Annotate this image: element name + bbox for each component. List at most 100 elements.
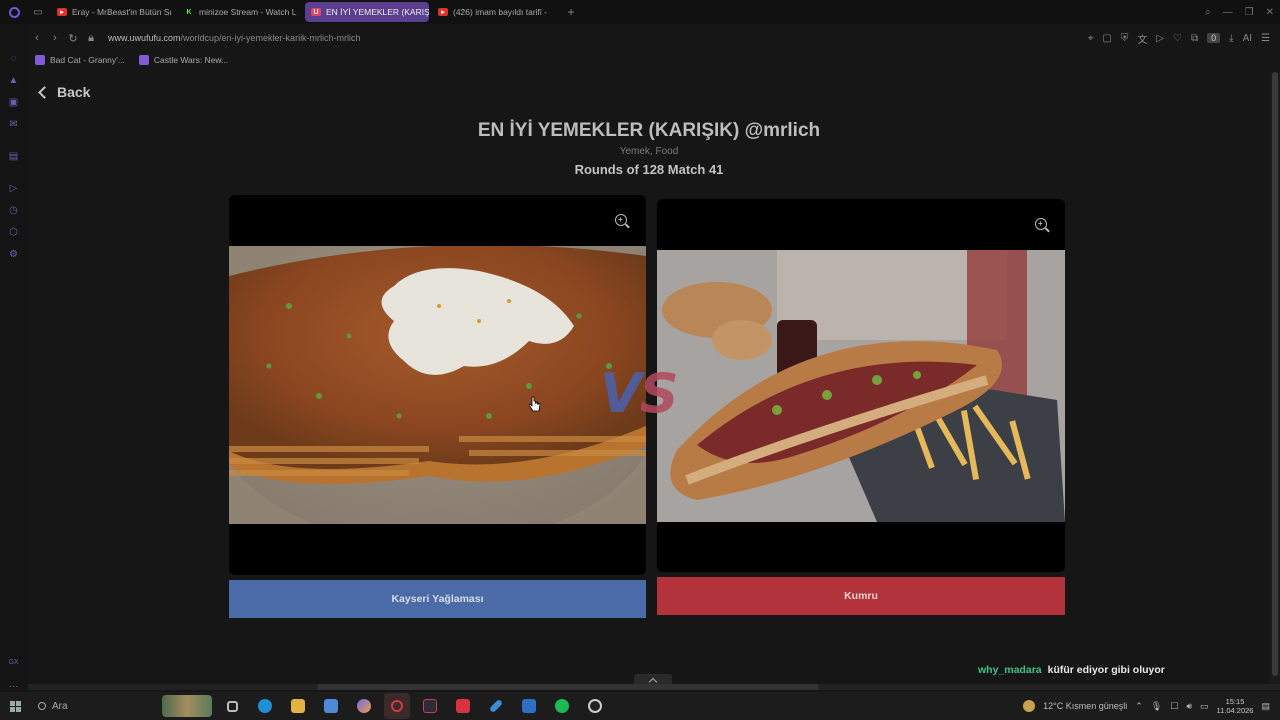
back-button[interactable]: Back [38,84,91,100]
spotify-icon[interactable] [549,693,575,719]
player-icon[interactable]: ▣ [7,96,20,109]
play-media-icon[interactable]: ▷ [1156,33,1164,44]
back-label: Back [57,84,91,100]
url-path: /worldcup/en-iyi-yemekler-kariik-mrlich-… [180,33,361,43]
tab-counter[interactable]: 0 [1207,33,1221,43]
address-bar-tools: ⌖ ▢ ⛨ 文 ▷ ♡ ⧉ 0 ⤓ AI ☰ [1088,28,1270,48]
minimize-icon[interactable]: — [1223,7,1233,18]
copilot-icon[interactable] [351,693,377,719]
pinned-icon[interactable]: ▲ [7,74,20,87]
tab-4[interactable]: ▸ (426) imam bayıldı tarifi - [432,2,556,22]
opera-logo-icon[interactable] [0,0,28,24]
chat-overlay: why_madara küfür ediyor gibi oluyor [978,664,1165,676]
vs-label: VS [600,362,679,425]
file-explorer-icon[interactable] [285,693,311,719]
clock-time: 15:15 [1225,697,1245,706]
extensions-puzzle-icon[interactable]: ⧉ [1191,33,1198,44]
vs-v: V [600,362,642,425]
translate-icon[interactable]: 文 [1137,31,1147,46]
url-field[interactable]: www.uwufufu.com/worldcup/en-iyi-yemekler… [108,33,361,43]
lock-icon: 🔒︎ [88,31,94,44]
category-tags: Yemek, Food [619,146,679,157]
network-icon[interactable]: ☐ [1170,701,1178,712]
reload-icon[interactable]: ↻ [64,32,82,45]
right-choice-card[interactable]: + [657,199,1065,572]
aria-icon[interactable]: ◌ [7,52,20,65]
snapshot-icon[interactable]: ▢ [1102,33,1111,44]
edge-icon[interactable] [252,693,278,719]
weather-widget-icon[interactable] [162,695,212,717]
horizontal-scrollbar[interactable] [28,684,1280,690]
twitch-icon[interactable]: ▤ [7,150,20,163]
weather-text[interactable]: 12°C Kısmen güneşli [1043,701,1127,711]
zoom-in-icon[interactable]: + [615,214,627,226]
settings-icon[interactable]: ⚙ [7,248,20,261]
bookmarks-bar: Bad Cat - Granny'... Castle Wars: New... [28,52,228,68]
clock-date: 11.04.2026 [1216,706,1254,715]
opera-gx-icon[interactable] [384,693,410,719]
pen-tool-icon[interactable] [483,693,509,719]
store-icon[interactable] [318,693,344,719]
scrollbar-thumb[interactable] [318,684,818,690]
chat-username: why_madara [978,664,1042,676]
gx-icon[interactable]: GX [7,656,20,669]
window-controls: ⌕ — ❐ ✕ [1205,0,1274,24]
more-icon[interactable]: … [7,678,20,691]
menu-icon[interactable]: ☰ [1261,33,1270,44]
extensions-icon[interactable]: ⬡ [7,226,20,239]
chat-message: küfür ediyor gibi oluyor [1047,664,1165,676]
windows-taskbar: Ara 12°C Kısmen güneşli ⌃ 🎙︎ ☐ 🔊︎ ▭ 15:1… [0,692,1280,720]
scroll-to-top-button[interactable] [634,674,672,684]
bookmark-pin-icon[interactable]: ⌖ [1088,33,1094,44]
clock[interactable]: 15:15 11.04.2026 [1217,697,1254,715]
zoom-in-icon[interactable]: + [1035,218,1047,230]
obs-icon[interactable] [582,693,608,719]
adblock-shield-icon[interactable]: ⛨ [1121,33,1129,44]
battery-icon[interactable]: ▭ [1200,701,1209,712]
chevron-up-icon[interactable]: ⌃ [1135,701,1143,712]
bookmark-favicon-icon [35,55,45,65]
forward-nav-icon[interactable]: › [46,32,64,44]
wps-office-icon[interactable] [450,693,476,719]
kayseri-yaglamasi-image[interactable] [229,246,646,524]
volume-icon[interactable]: 🔊︎ [1186,701,1192,712]
history-icon[interactable]: ◷ [7,204,20,217]
tab-1[interactable]: ▸ Eray - MrBeast'in Bütün Sı [51,2,175,22]
tab-label: Eray - MrBeast'in Bütün Sı [72,7,172,17]
aria-ai-button[interactable]: AI [1243,33,1252,44]
vs-s: S [639,362,679,425]
microphone-icon[interactable]: 🎙︎ [1151,701,1162,712]
tab-3-active[interactable]: U EN İYİ YEMEKLER (KARIŞI [305,2,429,22]
bookmark-label: Bad Cat - Granny'... [50,55,125,65]
bookmark-favicon-icon [138,55,149,65]
play-icon[interactable]: ▷ [7,182,20,195]
back-nav-icon[interactable]: ‹ [28,32,46,44]
weather-sun-icon [1023,700,1036,712]
messenger-icon[interactable]: ✉ [7,118,20,131]
taskbar-search[interactable]: Ara [30,696,162,716]
bookmark-item[interactable]: Castle Wars: New... [138,55,228,65]
vertical-scrollbar[interactable] [1270,72,1280,684]
maximize-icon[interactable]: ❐ [1245,7,1254,18]
windows-start-icon[interactable] [0,692,30,720]
search-tabs-icon[interactable]: ⌕ [1205,7,1211,18]
tab-2[interactable]: K minizoe Stream - Watch L [178,2,302,22]
kumru-button[interactable]: Kumru [657,577,1065,615]
close-icon[interactable]: ✕ [1266,7,1274,18]
bookmark-item[interactable]: Bad Cat - Granny'... [35,55,125,65]
kumru-image[interactable] [657,250,1065,522]
terminal-icon[interactable] [417,693,443,719]
left-choice-card[interactable]: + [229,195,646,575]
download-icon[interactable]: ⤓ [1229,33,1233,44]
tab-islands-icon[interactable]: ▭ [28,0,48,24]
task-view-icon[interactable] [219,693,245,719]
kick-icon: K [186,8,192,16]
heart-icon[interactable]: ♡ [1173,33,1182,44]
notifications-icon[interactable]: ▤ [1261,701,1270,712]
new-tab-button[interactable]: + [562,5,580,19]
scrollbar-thumb[interactable] [1272,72,1278,676]
tab-label: minizoe Stream - Watch L [199,7,297,17]
kayseri-yaglamasi-button[interactable]: Kayseri Yağlaması [229,580,646,618]
search-placeholder: Ara [52,700,68,712]
mail-icon[interactable] [516,693,542,719]
